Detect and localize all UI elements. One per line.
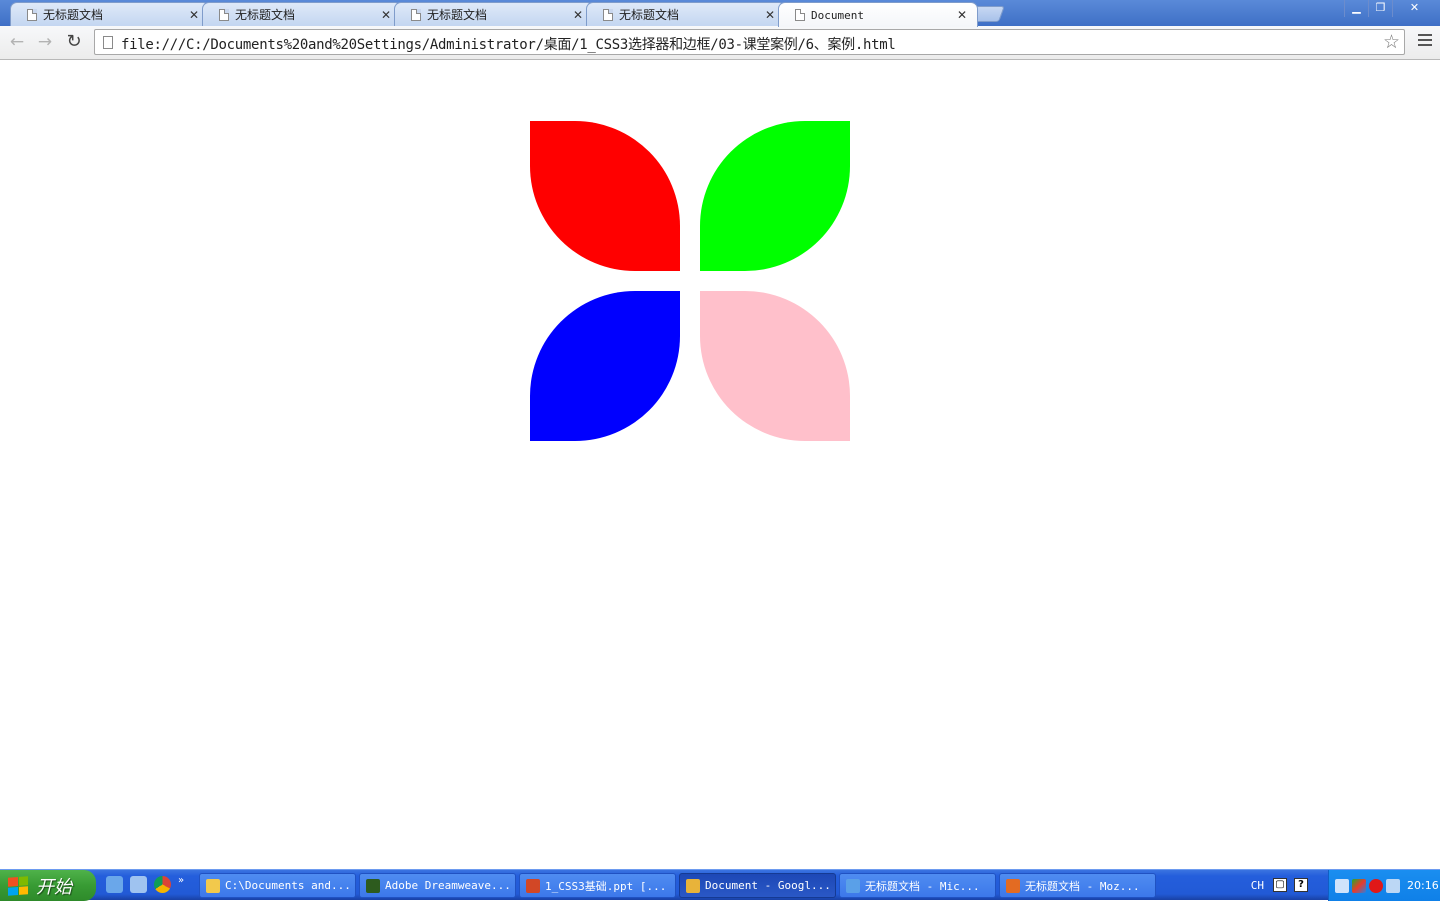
url-text[interactable]: file:///C:/Documents%20and%20Settings/Ad… bbox=[121, 34, 896, 54]
tab-3[interactable]: 无标题文档 ✕ bbox=[394, 2, 594, 26]
window-close-icon[interactable]: ✕ bbox=[1392, 0, 1436, 17]
page-icon bbox=[27, 8, 37, 21]
taskbar-button-label: Adobe Dreamweave... bbox=[385, 879, 509, 892]
taskbar-button-chrome[interactable]: Document - Googl... bbox=[679, 873, 836, 898]
tab-2[interactable]: 无标题文档 ✕ bbox=[202, 2, 402, 26]
petal-blue bbox=[530, 291, 680, 441]
restore-icon[interactable]: ❐ bbox=[1368, 0, 1392, 17]
close-icon[interactable]: ✕ bbox=[955, 8, 969, 22]
taskbar-button-ie[interactable]: 无标题文档 - Mic... bbox=[839, 873, 996, 898]
minimize-icon[interactable]: ▁ bbox=[1344, 0, 1368, 17]
page-icon bbox=[411, 8, 421, 21]
tab-title: 无标题文档 bbox=[235, 8, 296, 22]
taskbar-button-label: 1_CSS3基础.ppt [... bbox=[545, 879, 667, 893]
input-language[interactable]: CH bbox=[1251, 879, 1264, 892]
folder-icon bbox=[206, 878, 220, 893]
taskbar-button-explorer[interactable]: C:\Documents and... bbox=[199, 873, 356, 898]
petal-pink bbox=[700, 291, 850, 441]
tab-title: 无标题文档 bbox=[619, 8, 680, 22]
forward-arrow-icon[interactable]: → bbox=[34, 32, 56, 52]
bookmark-star-icon[interactable]: ☆ bbox=[1383, 31, 1400, 53]
ime-mode-icon[interactable]: ▢ bbox=[1273, 878, 1287, 892]
record-icon[interactable] bbox=[1369, 878, 1383, 893]
chrome-icon[interactable] bbox=[154, 876, 171, 893]
windows-logo-icon bbox=[8, 875, 28, 896]
show-desktop-icon[interactable] bbox=[130, 876, 147, 893]
tray-expand-icon[interactable] bbox=[1335, 878, 1349, 893]
close-icon[interactable]: ✕ bbox=[379, 8, 393, 22]
tab-document-active[interactable]: Document ✕ bbox=[778, 2, 978, 27]
firefox-icon bbox=[1006, 878, 1020, 893]
ie-icon bbox=[846, 878, 860, 893]
taskbar-button-label: Document - Googl... bbox=[705, 879, 829, 892]
quick-launch: » bbox=[106, 876, 184, 893]
start-button[interactable]: 开始 bbox=[0, 870, 96, 901]
powerpoint-icon bbox=[526, 878, 540, 893]
windows-taskbar: 开始 » C:\Documents and... Adobe Dreamweav… bbox=[0, 869, 1440, 901]
petal-green bbox=[700, 121, 850, 271]
browser-toolbar: ← → ↻ file:///C:/Documents%20and%20Setti… bbox=[0, 26, 1440, 60]
page-icon bbox=[103, 36, 113, 49]
back-arrow-icon[interactable]: ← bbox=[6, 32, 28, 52]
system-tray: 20:16 bbox=[1328, 870, 1440, 901]
close-icon[interactable]: ✕ bbox=[187, 8, 201, 22]
tab-1[interactable]: 无标题文档 ✕ bbox=[10, 2, 210, 26]
taskbar-button-firefox[interactable]: 无标题文档 - Moz... bbox=[999, 873, 1156, 898]
window-controls: ▁ ❐ ✕ bbox=[1344, 0, 1436, 18]
clock: 20:16 bbox=[1407, 879, 1439, 892]
petal-flower bbox=[530, 121, 850, 441]
network-icon[interactable] bbox=[1386, 878, 1400, 893]
page-content bbox=[0, 61, 1440, 869]
tab-title: 无标题文档 bbox=[427, 8, 488, 22]
help-icon[interactable]: ? bbox=[1294, 878, 1308, 892]
browser-tab-strip: 无标题文档 ✕ 无标题文档 ✕ 无标题文档 ✕ 无标题文档 ✕ Document… bbox=[0, 0, 1440, 27]
page-icon bbox=[603, 8, 613, 21]
tab-title: Document bbox=[811, 8, 864, 22]
petal-red bbox=[530, 121, 680, 271]
tab-title: 无标题文档 bbox=[43, 8, 104, 22]
reload-icon[interactable]: ↻ bbox=[63, 32, 85, 52]
start-label: 开始 bbox=[36, 876, 72, 898]
tab-4[interactable]: 无标题文档 ✕ bbox=[586, 2, 786, 26]
taskbar-button-label: C:\Documents and... bbox=[225, 879, 349, 892]
page-icon bbox=[219, 8, 229, 21]
taskbar-button-powerpoint[interactable]: 1_CSS3基础.ppt [... bbox=[519, 873, 676, 898]
page-icon bbox=[795, 9, 805, 21]
taskbar-button-label: 无标题文档 - Moz... bbox=[1025, 879, 1140, 893]
ie-icon[interactable] bbox=[106, 876, 123, 893]
ime-toolbar: ▢ ? bbox=[1273, 878, 1308, 892]
taskbar-button-label: 无标题文档 - Mic... bbox=[865, 879, 980, 893]
close-icon[interactable]: ✕ bbox=[571, 8, 585, 22]
chrome-icon bbox=[686, 878, 700, 893]
close-icon[interactable]: ✕ bbox=[763, 8, 777, 22]
taskbar-button-dreamweaver[interactable]: Adobe Dreamweave... bbox=[359, 873, 516, 898]
antivirus-icon[interactable] bbox=[1352, 878, 1366, 893]
chevron-more-icon[interactable]: » bbox=[178, 876, 184, 893]
menu-icon[interactable] bbox=[1418, 34, 1432, 49]
address-bar[interactable]: file:///C:/Documents%20and%20Settings/Ad… bbox=[94, 29, 1405, 55]
dreamweaver-icon bbox=[366, 878, 380, 893]
